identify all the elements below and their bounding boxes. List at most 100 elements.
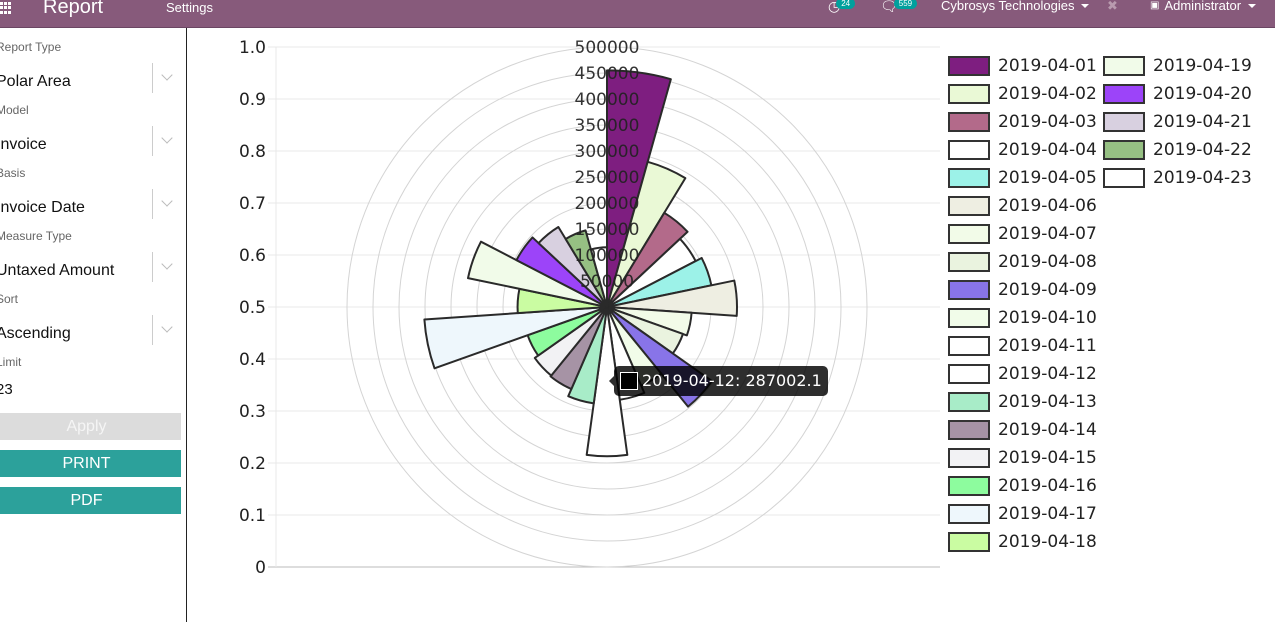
y-tick-label: 0 bbox=[255, 558, 266, 578]
legend-item[interactable]: 2019-04-14 bbox=[948, 419, 1097, 441]
y-tick-label: 0.5 bbox=[239, 298, 266, 318]
legend-swatch bbox=[948, 280, 990, 300]
legend-label: 2019-04-14 bbox=[998, 420, 1097, 440]
legend-swatch bbox=[948, 476, 990, 496]
legend-label: 2019-04-11 bbox=[998, 336, 1097, 356]
legend-label: 2019-04-03 bbox=[998, 112, 1097, 132]
legend-item[interactable]: 2019-04-03 bbox=[948, 111, 1097, 133]
legend-item[interactable]: 2019-04-04 bbox=[948, 139, 1097, 161]
legend-item[interactable]: 2019-04-12 bbox=[948, 363, 1097, 385]
legend-label: 2019-04-21 bbox=[1153, 112, 1252, 132]
legend-item[interactable]: 2019-04-01 bbox=[948, 55, 1097, 77]
legend-label: 2019-04-13 bbox=[998, 392, 1097, 412]
legend-item[interactable]: 2019-04-05 bbox=[948, 167, 1097, 189]
polar-area-chart: 0 0.1 0.2 0.3 0.4 0.5 0.6 0.7 0.8 0.9 1.0 500000 450… bbox=[239, 38, 940, 578]
legend-item[interactable]: 2019-04-23 bbox=[1103, 167, 1252, 189]
y-tick-label: 0.2 bbox=[239, 454, 266, 474]
legend-label: 2019-04-23 bbox=[1153, 168, 1252, 188]
legend-label: 2019-04-19 bbox=[1153, 56, 1252, 76]
legend-item[interactable]: 2019-04-07 bbox=[948, 223, 1097, 245]
company-name: Cybrosys Technologies bbox=[941, 0, 1075, 13]
legend-swatch bbox=[948, 448, 990, 468]
legend-item[interactable]: 2019-04-18 bbox=[948, 531, 1097, 553]
legend-item[interactable]: 2019-04-09 bbox=[948, 279, 1097, 301]
legend-label: 2019-04-15 bbox=[998, 448, 1097, 468]
legend-swatch bbox=[948, 532, 990, 552]
y-tick-label: 0.3 bbox=[239, 402, 266, 422]
legend-swatch bbox=[948, 84, 990, 104]
legend-item[interactable]: 2019-04-16 bbox=[948, 475, 1097, 497]
legend-label: 2019-04-18 bbox=[998, 532, 1097, 552]
legend-swatch bbox=[1103, 140, 1145, 160]
radial-tick-label: 450000 bbox=[575, 64, 640, 84]
legend-swatch bbox=[1103, 168, 1145, 188]
legend-swatch bbox=[948, 392, 990, 412]
legend-swatch bbox=[948, 112, 990, 132]
legend-swatch bbox=[948, 168, 990, 188]
tooltip-text: 2019-04-12: 287002.1 bbox=[642, 371, 822, 390]
legend-label: 2019-04-04 bbox=[998, 140, 1097, 160]
y-tick-label: 0.6 bbox=[239, 246, 266, 266]
legend-swatch bbox=[948, 56, 990, 76]
legend-label: 2019-04-02 bbox=[998, 84, 1097, 104]
legend-label: 2019-04-10 bbox=[998, 308, 1097, 328]
radial-tick-label: 400000 bbox=[575, 90, 640, 110]
radial-tick-label: 350000 bbox=[575, 116, 640, 136]
y-tick-label: 0.1 bbox=[239, 506, 266, 526]
legend-swatch bbox=[1103, 84, 1145, 104]
user-menu[interactable]: ▣ Administrator bbox=[1150, 0, 1257, 13]
legend-label: 2019-04-22 bbox=[1153, 140, 1252, 160]
legend-swatch bbox=[948, 224, 990, 244]
y-tick-label: 1.0 bbox=[239, 38, 266, 58]
radial-tick-label: 100000 bbox=[575, 246, 640, 266]
caret-down-icon bbox=[1081, 3, 1090, 8]
radial-tick-label: 150000 bbox=[575, 220, 640, 240]
legend-item[interactable]: 2019-04-21 bbox=[1103, 111, 1252, 133]
legend-item[interactable]: 2019-04-22 bbox=[1103, 139, 1252, 161]
legend-label: 2019-04-17 bbox=[998, 504, 1097, 524]
legend-swatch bbox=[1103, 112, 1145, 132]
legend-item[interactable]: 2019-04-13 bbox=[948, 391, 1097, 413]
legend-label: 2019-04-08 bbox=[998, 252, 1097, 272]
legend-item[interactable]: 2019-04-19 bbox=[1103, 55, 1252, 77]
legend-item[interactable]: 2019-04-17 bbox=[948, 503, 1097, 525]
legend-swatch bbox=[948, 196, 990, 216]
caret-down-icon bbox=[1248, 3, 1257, 8]
legend-label: 2019-04-20 bbox=[1153, 84, 1252, 104]
legend-swatch bbox=[948, 364, 990, 384]
user-avatar-icon: ▣ bbox=[1150, 0, 1160, 11]
legend-item[interactable]: 2019-04-02 bbox=[948, 83, 1097, 105]
legend-item[interactable]: 2019-04-10 bbox=[948, 307, 1097, 329]
legend-swatch bbox=[1103, 56, 1145, 76]
tooltip-swatch bbox=[620, 372, 638, 390]
legend-swatch bbox=[948, 504, 990, 524]
legend-swatch bbox=[948, 420, 990, 440]
y-tick-label: 0.7 bbox=[239, 194, 266, 214]
y-tick-label: 0.8 bbox=[239, 142, 266, 162]
legend-label: 2019-04-09 bbox=[998, 280, 1097, 300]
legend-label: 2019-04-07 bbox=[998, 224, 1097, 244]
legend-label: 2019-04-12 bbox=[998, 364, 1097, 384]
radial-tick-label: 500000 bbox=[575, 38, 640, 58]
radial-tick-label: 50000 bbox=[580, 272, 634, 292]
chart-tooltip: 2019-04-12: 287002.1 bbox=[609, 366, 828, 396]
legend-label: 2019-04-05 bbox=[998, 168, 1097, 188]
legend-item[interactable]: 2019-04-08 bbox=[948, 251, 1097, 273]
radial-tick-label: 200000 bbox=[575, 194, 640, 214]
legend-item[interactable]: 2019-04-11 bbox=[948, 335, 1097, 357]
legend-item[interactable]: 2019-04-20 bbox=[1103, 83, 1252, 105]
legend-label: 2019-04-16 bbox=[998, 476, 1097, 496]
y-tick-label: 0.9 bbox=[239, 90, 266, 110]
user-name: Administrator bbox=[1164, 0, 1242, 13]
company-switcher[interactable]: Cybrosys Technologies bbox=[941, 0, 1090, 13]
legend-label: 2019-04-01 bbox=[998, 56, 1097, 76]
debug-tools-icon[interactable]: ✖ bbox=[1107, 0, 1118, 14]
y-tick-label: 0.4 bbox=[239, 350, 266, 370]
radial-tick-label: 300000 bbox=[575, 142, 640, 162]
radial-tick-label: 250000 bbox=[575, 168, 640, 188]
legend-item[interactable]: 2019-04-15 bbox=[948, 447, 1097, 469]
legend-swatch bbox=[948, 336, 990, 356]
legend-swatch bbox=[948, 308, 990, 328]
legend-item[interactable]: 2019-04-06 bbox=[948, 195, 1097, 217]
legend-swatch bbox=[948, 252, 990, 272]
